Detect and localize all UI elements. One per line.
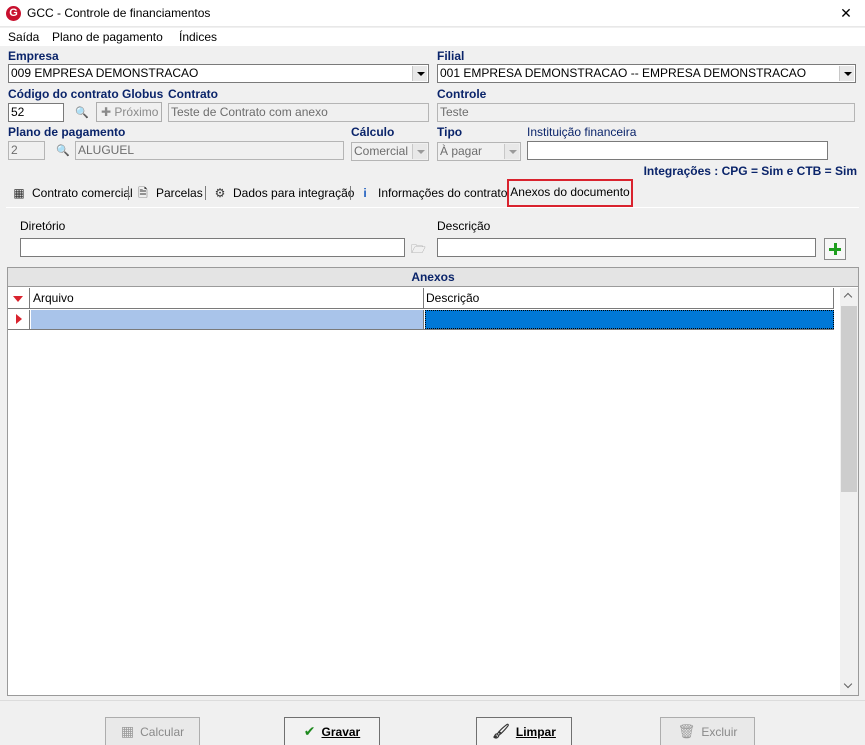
chevron-down-icon[interactable] — [412, 66, 427, 81]
proximo-button[interactable]: ✚ Próximo — [96, 102, 162, 122]
calculo-select[interactable]: Comercial — [351, 142, 429, 161]
table-row[interactable] — [8, 310, 834, 330]
limpar-label: Limpar — [515, 724, 556, 739]
app-logo-icon: G — [6, 6, 21, 21]
tab-contrato-comercial[interactable]: ▦ Contrato comercial — [12, 184, 133, 202]
instituicao-label: Instituição financeira — [527, 125, 637, 139]
chevron-down-icon[interactable] — [412, 144, 427, 159]
tab-parcelas[interactable]: 🗎 Parcelas — [136, 184, 203, 202]
tab-informacoes-contrato[interactable]: i Informações do contrato — [358, 184, 507, 202]
calcular-label: Calcular — [140, 724, 185, 739]
diretorio-input[interactable] — [20, 238, 405, 257]
tab-label: Parcelas — [156, 186, 203, 200]
tipo-value: À pagar — [440, 144, 483, 158]
tab-label: Informações do contrato — [378, 186, 508, 200]
window-title: GCC - Controle de financiamentos — [27, 6, 211, 20]
add-attachment-button[interactable] — [824, 238, 846, 260]
proximo-label: Próximo — [114, 105, 159, 119]
sort-indicator-icon[interactable] — [8, 288, 30, 309]
info-icon: i — [363, 186, 367, 200]
plano-desc-input[interactable]: ALUGUEL — [75, 141, 344, 160]
grid-title: Anexos — [8, 268, 858, 287]
descricao-label: Descrição — [437, 219, 491, 233]
tipo-select[interactable]: À pagar — [437, 142, 521, 161]
broom-icon: 🖌 — [492, 723, 510, 739]
tab-label: Dados para integração — [233, 186, 355, 200]
controle-input[interactable]: Teste — [437, 103, 855, 122]
document-icon: 🗎 — [138, 186, 148, 200]
plano-code-input[interactable]: 2 — [8, 141, 45, 160]
filial-label: Filial — [437, 49, 465, 63]
tab-bar: ▦ Contrato comercial 🗎 Parcelas ⚙ Dados par… — [6, 180, 859, 206]
cell-descricao[interactable] — [425, 310, 834, 329]
binoculars-icon[interactable]: 🔍 — [56, 144, 70, 157]
column-descricao[interactable]: Descrição — [424, 288, 834, 309]
empresa-value: 009 EMPRESA DEMONSTRACAO — [11, 66, 199, 80]
empresa-select[interactable]: 009 EMPRESA DEMONSTRACAO — [8, 64, 429, 83]
tab-panel-border — [6, 207, 859, 208]
empresa-label: Empresa — [8, 49, 59, 63]
filial-select[interactable]: 001 EMPRESA DEMONSTRACAO -- EMPRESA DEMO… — [437, 64, 856, 83]
tab-dados-integracao[interactable]: ⚙ Dados para integração — [213, 184, 355, 202]
descricao-input[interactable] — [437, 238, 816, 257]
calculator-icon: ▦ — [120, 723, 135, 739]
filial-value: 001 EMPRESA DEMONSTRACAO -- EMPRESA DEMO… — [440, 66, 807, 80]
checkmark-icon: ✔ — [303, 723, 316, 739]
calculo-label: Cálculo — [351, 125, 395, 139]
grid-header: Arquivo Descrição — [8, 288, 834, 309]
vertical-scrollbar[interactable] — [840, 288, 858, 695]
gravar-button[interactable]: ✔ Gravar — [284, 717, 380, 745]
row-pointer-icon — [8, 310, 30, 329]
tab-anexos-documento[interactable]: Anexos do documento — [507, 179, 633, 207]
tab-divider — [128, 186, 129, 200]
calculo-value: Comercial — [354, 144, 409, 158]
excluir-label: Excluir — [701, 724, 738, 739]
limpar-button[interactable]: 🖌 Limpar — [476, 717, 572, 745]
menu-saida[interactable]: Saída — [8, 30, 39, 44]
chevron-down-icon[interactable] — [504, 144, 519, 159]
menu-indices[interactable]: Índices — [179, 30, 217, 44]
binoculars-icon[interactable]: 🔍 — [75, 106, 89, 119]
tipo-label: Tipo — [437, 125, 463, 139]
excluir-button[interactable]: 🗑 Excluir — [660, 717, 755, 745]
title-bar: G GCC - Controle de financiamentos ✕ — [0, 0, 865, 27]
tab-divider — [350, 186, 351, 200]
trash-icon: 🗑 — [677, 723, 696, 739]
contrato-label: Contrato — [168, 87, 218, 101]
instituicao-input[interactable] — [527, 141, 828, 160]
menu-bar: Saída Plano de pagamento Índices — [0, 28, 865, 46]
tab-divider — [205, 186, 206, 200]
cell-arquivo[interactable] — [31, 310, 424, 329]
controle-label: Controle — [437, 87, 487, 101]
scroll-thumb[interactable] — [841, 306, 857, 492]
contrato-input[interactable]: Teste de Contrato com anexo — [168, 103, 429, 122]
anexos-grid: Anexos Arquivo Descrição — [7, 267, 859, 696]
gravar-label: Gravar — [321, 724, 361, 739]
calcular-button[interactable]: ▦ Calcular — [105, 717, 200, 745]
scroll-down-icon[interactable] — [840, 678, 858, 695]
folder-open-icon[interactable]: 🗁 — [411, 240, 426, 261]
scroll-up-icon[interactable] — [840, 288, 858, 305]
calculator-icon: ▦ — [13, 186, 25, 200]
chevron-down-icon[interactable] — [839, 66, 854, 81]
plano-label: Plano de pagamento — [8, 125, 126, 139]
close-button[interactable]: ✕ — [831, 2, 861, 24]
gear-icon: ⚙ — [214, 186, 226, 200]
column-arquivo[interactable]: Arquivo — [31, 288, 424, 309]
diretorio-label: Diretório — [20, 219, 66, 233]
codigo-label: Código do contrato Globus — [8, 87, 164, 101]
menu-plano-pagamento[interactable]: Plano de pagamento — [52, 30, 163, 44]
integracoes-status: Integrações : CPG = Sim e CTB = Sim — [643, 164, 857, 178]
codigo-input[interactable]: 52 — [8, 103, 64, 122]
tab-label: Contrato comercial — [32, 186, 133, 200]
plus-icon: ✚ — [101, 105, 115, 119]
